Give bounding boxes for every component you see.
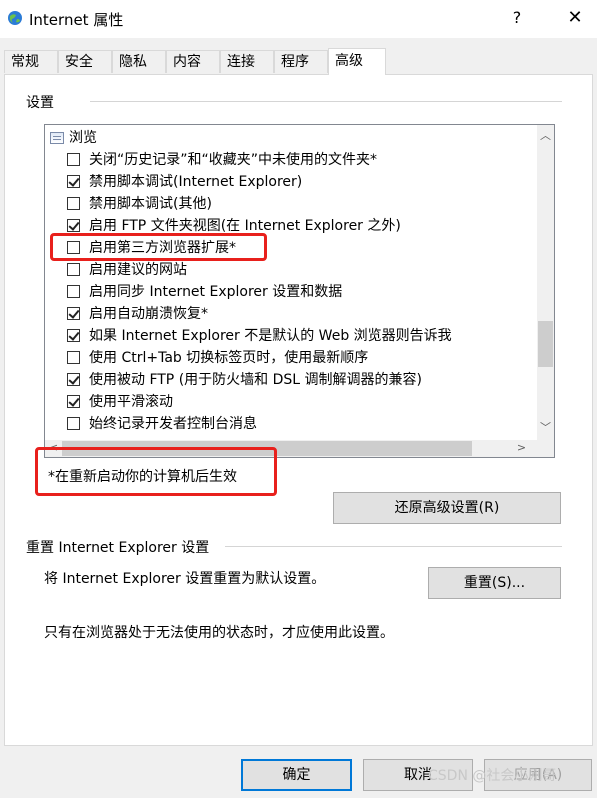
checkbox[interactable] <box>67 285 80 298</box>
scroll-down-icon[interactable]: ﹀ <box>537 419 554 435</box>
setting-label: 使用平滑滚动 <box>89 394 173 410</box>
help-button[interactable]: ? <box>502 5 532 31</box>
checkbox[interactable] <box>67 351 80 364</box>
tab-connections[interactable]: 连接 <box>220 50 274 73</box>
setting-label: 启用同步 Internet Explorer 设置和数据 <box>89 284 343 300</box>
reset-button[interactable]: 重置(S)... <box>428 567 561 599</box>
tab-programs[interactable]: 程序 <box>274 50 328 73</box>
category-icon <box>50 132 64 144</box>
checkbox[interactable] <box>67 395 80 408</box>
setting-label: 使用 Ctrl+Tab 切换标签页时，使用最新顺序 <box>89 350 369 366</box>
tab-content[interactable]: 内容 <box>166 50 220 73</box>
close-icon: ✕ <box>567 7 583 28</box>
reset-hint: 只有在浏览器处于无法使用的状态时，才应使用此设置。 <box>44 625 394 641</box>
window-title: Internet 属性 <box>29 11 124 29</box>
settings-group-divider <box>90 101 562 102</box>
close-button[interactable]: ✕ <box>560 5 590 31</box>
reset-group-label: 重置 Internet Explorer 设置 <box>26 537 216 557</box>
setting-label: 使用被动 FTP (用于防火墙和 DSL 调制解调器的兼容) <box>89 372 422 388</box>
setting-label: 禁用脚本调试(其他) <box>89 196 212 212</box>
internet-globe-icon <box>8 11 22 25</box>
tab-advanced[interactable]: 高级 <box>328 48 386 75</box>
title-bar: Internet 属性 ? ✕ <box>0 0 597 38</box>
checkbox[interactable] <box>67 417 80 430</box>
reset-description: 将 Internet Explorer 设置重置为默认设置。 <box>44 571 326 587</box>
checkbox[interactable] <box>67 373 80 386</box>
checkbox[interactable] <box>67 175 80 188</box>
settings-listbox[interactable]: 浏览 关闭“历史记录”和“收藏夹”中未使用的文件夹* 禁用脚本调试(Intern… <box>44 124 555 458</box>
setting-label: 启用建议的网站 <box>89 262 187 278</box>
vertical-scrollbar[interactable]: ︿ ﹀ <box>537 125 554 440</box>
setting-label: 启用自动崩溃恢复* <box>89 306 208 322</box>
watermark: CSDN @社会小刚哥 <box>428 768 557 784</box>
restart-note: *在重新启动你的计算机后生效 <box>48 469 237 485</box>
restore-advanced-button[interactable]: 还原高级设置(R) <box>333 492 561 524</box>
checkbox[interactable] <box>67 153 80 166</box>
category-label: 浏览 <box>69 130 97 146</box>
checkbox[interactable] <box>67 263 80 276</box>
highlight-box <box>50 233 267 261</box>
checkbox[interactable] <box>67 219 80 232</box>
scroll-right-icon[interactable]: > <box>513 441 530 454</box>
tab-general[interactable]: 常规 <box>4 50 58 73</box>
tab-security[interactable]: 安全 <box>58 50 112 73</box>
vertical-scroll-thumb[interactable] <box>538 321 553 367</box>
setting-label: 禁用脚本调试(Internet Explorer) <box>89 174 303 190</box>
checkbox[interactable] <box>67 197 80 210</box>
checkbox[interactable] <box>67 307 80 320</box>
tab-privacy[interactable]: 隐私 <box>112 50 166 73</box>
setting-label: 关闭“历史记录”和“收藏夹”中未使用的文件夹* <box>89 152 378 168</box>
reset-group-divider <box>225 546 562 547</box>
scroll-up-icon[interactable]: ︿ <box>537 127 554 143</box>
settings-group-label: 设置 <box>26 92 60 112</box>
checkbox[interactable] <box>67 329 80 342</box>
ok-button[interactable]: 确定 <box>241 759 352 791</box>
setting-label: 始终记录开发者控制台消息 <box>89 416 257 432</box>
setting-label: 如果 Internet Explorer 不是默认的 Web 浏览器则告诉我 <box>89 328 452 344</box>
